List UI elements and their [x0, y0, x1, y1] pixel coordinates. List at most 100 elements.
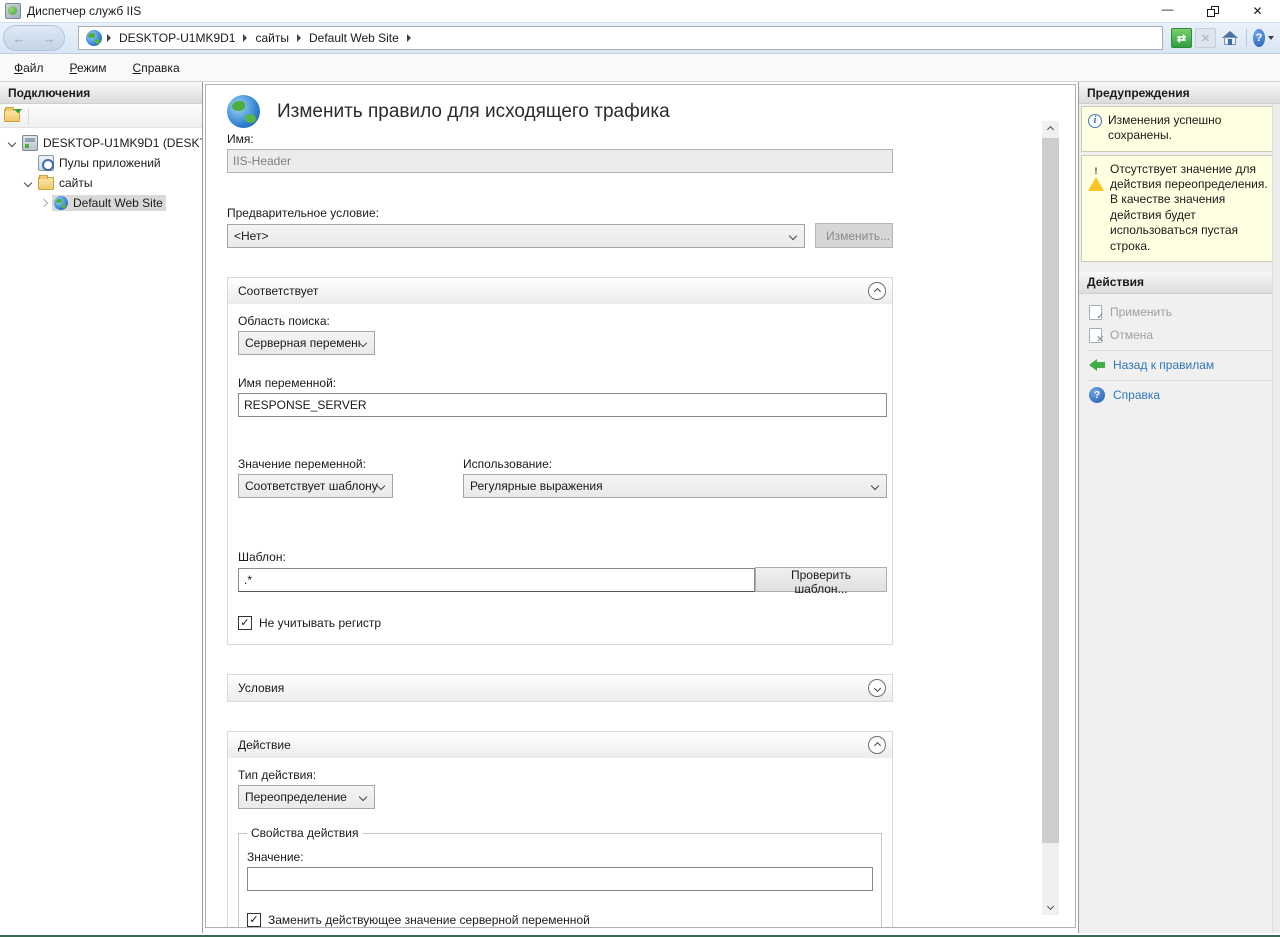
action-help[interactable]: ?Справка — [1079, 384, 1280, 407]
check-icon: ✓ — [1096, 311, 1104, 322]
minimize-button[interactable]: — — [1145, 0, 1190, 22]
rule-globe-icon — [227, 95, 260, 128]
action-section-body: Тип действия: Переопределение Свойства д… — [228, 758, 892, 928]
action-label: Отмена — [1110, 328, 1153, 342]
main-scrollbar[interactable] — [1042, 121, 1059, 915]
toolbar-separator — [1246, 29, 1247, 47]
server-icon — [22, 135, 38, 151]
restore-icon — [1207, 6, 1219, 17]
match-section-title: Соответствует — [238, 284, 318, 298]
ignore-case-checkbox[interactable]: ✓ — [238, 616, 252, 630]
expand-button[interactable] — [868, 679, 886, 697]
conditions-section: Условия — [227, 674, 893, 702]
scope-value: Серверная переменн — [245, 336, 360, 350]
chevron-down-icon — [871, 482, 879, 490]
warning-icon: ! — [1088, 163, 1104, 177]
action-section-header[interactable]: Действие — [228, 732, 892, 758]
scroll-up-button[interactable] — [1042, 121, 1059, 138]
main-content: Изменить правило для исходящего трафика … — [205, 84, 1076, 928]
cancel-doc-icon: ✕ — [1089, 328, 1102, 343]
breadcrumb-segment[interactable]: DESKTOP-U1MK9D1 — [113, 31, 241, 45]
variable-value-label: Значение переменной: — [238, 457, 463, 471]
menu-item-file[interactable]: Файл — [14, 61, 44, 75]
home-icon — [1222, 31, 1238, 45]
connections-toolbar-separator — [28, 108, 29, 124]
using-select[interactable]: Регулярные выражения — [463, 474, 887, 498]
back-icon[interactable]: ← — [13, 31, 26, 46]
chevron-down-icon — [873, 684, 880, 691]
save-connection-icon[interactable] — [4, 109, 20, 122]
action-value-input[interactable] — [247, 867, 873, 891]
chevron-right-icon[interactable] — [36, 200, 52, 206]
collapse-button[interactable] — [868, 282, 886, 300]
breadcrumb-arrow-icon — [107, 34, 111, 42]
tree-item-core[interactable]: Default Web Site — [52, 195, 166, 211]
action-section: Действие Тип действия: Переопределение С… — [227, 731, 893, 928]
tree-item-label: DESKTOP-U1MK9D1 (DESKTOP — [43, 136, 202, 150]
match-section-header[interactable]: Соответствует — [228, 278, 892, 304]
check-icon: ✓ — [249, 915, 258, 926]
variable-value-select[interactable]: Соответствует шаблону — [238, 474, 393, 498]
scrollbar-thumb[interactable] — [1042, 138, 1059, 843]
breadcrumb-segment[interactable]: сайты — [249, 31, 295, 45]
stop-icon: ✕ — [1201, 32, 1210, 45]
refresh-button[interactable]: ⇄ — [1171, 28, 1192, 48]
restore-button[interactable] — [1190, 0, 1235, 22]
refresh-icon: ⇄ — [1177, 32, 1186, 45]
chevron-up-icon — [873, 287, 880, 294]
tree-item-server[interactable]: DESKTOP-U1MK9D1 (DESKTOP — [0, 133, 202, 153]
app-pools-icon — [38, 155, 54, 171]
tree-item-label: Пулы приложений — [59, 156, 161, 170]
help-icon: ? — [1253, 29, 1265, 47]
tree-item-core[interactable]: сайты — [36, 175, 96, 191]
breadcrumb-segment[interactable]: Default Web Site — [303, 31, 405, 45]
menu-item-view[interactable]: Режим — [70, 61, 107, 75]
actions-panel-title: Действия — [1079, 272, 1280, 294]
sites-folder-icon — [38, 177, 54, 190]
match-section: Соответствует Область поиска: Серверная … — [227, 277, 893, 645]
collapse-button[interactable] — [868, 736, 886, 754]
alert-text: Изменения успешно сохранены. — [1108, 113, 1274, 144]
tree-item-default-web-site[interactable]: Default Web Site — [0, 193, 202, 213]
page-header: Изменить правило для исходящего трафика — [227, 95, 893, 128]
alert-text: Отсутствует значение для действия переоп… — [1110, 162, 1274, 254]
breadcrumb[interactable]: DESKTOP-U1MK9D1 сайты Default Web Site — [78, 26, 1163, 50]
tree-item-sites[interactable]: сайты — [0, 173, 202, 193]
breadcrumb-arrow-icon — [297, 34, 301, 42]
breadcrumb-arrow-icon — [407, 34, 411, 42]
action-type-select[interactable]: Переопределение — [238, 785, 375, 809]
close-button[interactable]: ✕ — [1235, 0, 1280, 22]
chevron-down-icon[interactable] — [4, 140, 20, 146]
variable-name-input[interactable] — [238, 393, 887, 417]
menu-item-help[interactable]: Справка — [133, 61, 180, 75]
warnings-panel-title: Предупреждения — [1079, 82, 1280, 104]
tree-item-core[interactable]: DESKTOP-U1MK9D1 (DESKTOP — [20, 134, 202, 152]
action-label: Применить — [1110, 305, 1172, 319]
tree-item-application-pools[interactable]: Пулы приложений — [0, 153, 202, 173]
scroll-down-button[interactable] — [1042, 898, 1059, 915]
window-title: Диспетчер служб IIS — [27, 4, 141, 18]
pattern-label: Шаблон: — [238, 550, 887, 564]
home-button[interactable] — [1219, 28, 1240, 48]
tree-item-core[interactable]: Пулы приложений — [36, 154, 164, 172]
chevron-down-icon[interactable] — [20, 180, 36, 186]
replace-value-checkbox[interactable]: ✓ — [247, 913, 261, 927]
forward-icon[interactable]: → — [43, 31, 56, 46]
variable-name-label: Имя переменной: — [238, 376, 887, 390]
precondition-select[interactable]: <Нет> — [227, 224, 805, 248]
using-value: Регулярные выражения — [470, 479, 603, 493]
using-label: Использование: — [463, 457, 887, 471]
action-properties-group: Свойства действия Значение: ✓ Заменить д… — [238, 833, 882, 928]
help-button[interactable]: ? — [1253, 28, 1274, 48]
right-panel-scrollbar[interactable] — [1272, 104, 1280, 933]
action-back-to-rules[interactable]: Назад к правилам — [1079, 354, 1280, 377]
info-icon: i — [1088, 114, 1102, 144]
pattern-input[interactable] — [238, 568, 755, 592]
conditions-section-header[interactable]: Условия — [228, 675, 892, 701]
nav-back-forward: ← → — [3, 25, 65, 51]
actions-separator — [1087, 350, 1272, 351]
scope-select[interactable]: Серверная переменн — [238, 331, 375, 355]
chevron-down-icon — [1047, 903, 1054, 910]
action-section-title: Действие — [238, 738, 291, 752]
test-pattern-button[interactable]: Проверить шаблон... — [755, 567, 887, 592]
